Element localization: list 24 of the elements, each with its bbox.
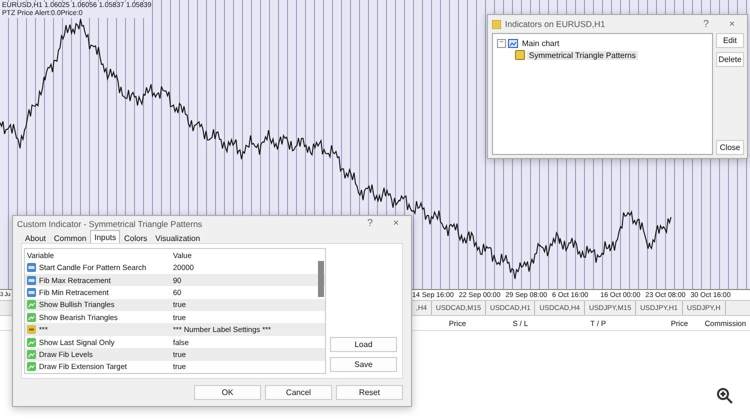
dialog-button[interactable]: Reset [336,385,403,400]
zoom-in-icon[interactable] [716,387,734,405]
close-button[interactable]: × [721,18,743,30]
dialog-button[interactable]: Edit [716,33,744,48]
text-type-icon [27,325,36,334]
indicator-icon [515,50,525,60]
dialog-button[interactable]: Delete [716,52,744,67]
window-title: Indicators on EURUSD,H1 [505,19,606,29]
close-button[interactable]: × [385,218,407,229]
tree-item[interactable]: Symmetrical Triangle Patterns [527,50,638,60]
dialog-button[interactable]: Save [330,357,397,372]
window-title: Custom Indicator - Symmetrical Triangle Patterns [17,218,204,228]
chart-type-icon [27,350,36,359]
indicator-icon [492,20,501,28]
dialog-tab[interactable]: Inputs [90,230,120,243]
dialog-button[interactable]: Close [716,140,744,155]
chart-window-icon [508,38,518,48]
scrollbar-thumb[interactable] [318,261,324,297]
dialog-button[interactable]: Load [330,337,397,352]
help-button[interactable]: ? [695,18,717,30]
tree-item[interactable]: Main chart [520,38,562,48]
dialog-button[interactable]: OK [194,385,261,400]
help-button[interactable]: ? [359,218,381,229]
dialog-button[interactable]: Cancel [265,385,332,400]
